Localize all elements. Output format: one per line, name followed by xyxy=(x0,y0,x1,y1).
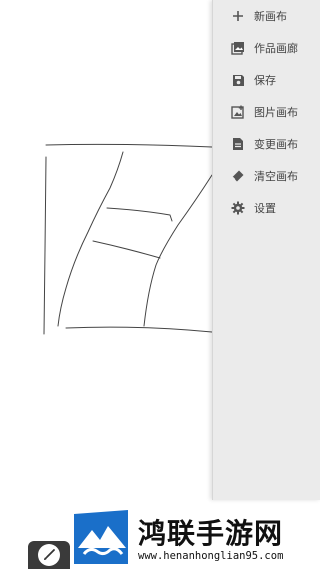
eraser-icon xyxy=(230,168,246,184)
gallery-icon xyxy=(230,40,246,56)
menu-item-change-canvas[interactable]: 变更画布 xyxy=(213,128,320,160)
menu-item-label: 变更画布 xyxy=(254,138,298,151)
side-menu: 新画布 作品画廊 保存 图片画布 变更画布 清空画布 设置 xyxy=(212,0,320,500)
menu-item-gallery[interactable]: 作品画廊 xyxy=(213,32,320,64)
menu-item-save[interactable]: 保存 xyxy=(213,64,320,96)
brush-tool-button[interactable] xyxy=(28,541,70,569)
menu-item-label: 清空画布 xyxy=(254,170,298,183)
brush-icon xyxy=(38,544,60,566)
watermark-url: www.henanhonglian95.com xyxy=(138,550,284,562)
menu-item-image-canvas[interactable]: 图片画布 xyxy=(213,96,320,128)
watermark: 鸿联手游网 www.henanhonglian95.com xyxy=(70,508,320,569)
image-canvas-icon xyxy=(230,104,246,120)
menu-item-clear-canvas[interactable]: 清空画布 xyxy=(213,160,320,192)
plus-icon xyxy=(230,8,246,24)
document-icon xyxy=(230,136,246,152)
watermark-title: 鸿联手游网 xyxy=(138,517,284,550)
menu-item-new-canvas[interactable]: 新画布 xyxy=(213,0,320,32)
menu-item-label: 新画布 xyxy=(254,10,287,23)
save-icon xyxy=(230,72,246,88)
menu-item-label: 图片画布 xyxy=(254,106,298,119)
watermark-logo xyxy=(74,510,128,564)
menu-item-label: 设置 xyxy=(254,202,276,215)
menu-item-settings[interactable]: 设置 xyxy=(213,192,320,224)
gear-icon xyxy=(230,200,246,216)
menu-item-label: 保存 xyxy=(254,74,276,87)
menu-item-label: 作品画廊 xyxy=(254,42,298,55)
